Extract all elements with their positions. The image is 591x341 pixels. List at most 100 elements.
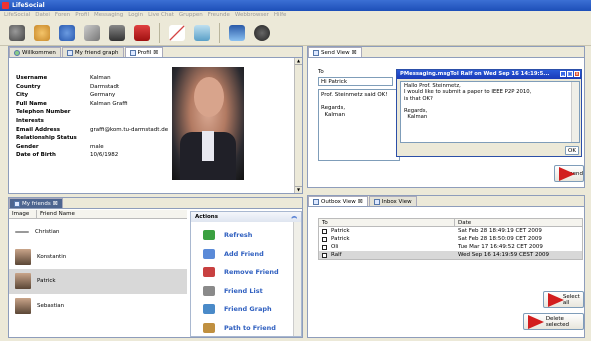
action-label: Friend Graph (224, 305, 272, 314)
menu-item[interactable]: Datei (35, 11, 50, 20)
recipient-name: Patrick (331, 236, 350, 242)
table-row[interactable]: Ralf Wed Sep 16 14:19:59 CEST 2009 (319, 251, 582, 259)
pen-icon[interactable] (166, 22, 188, 44)
to-cell: Patrick (319, 235, 455, 243)
recipient-name: Ralf (331, 252, 342, 258)
add-friend-icon (203, 248, 215, 259)
menu-item[interactable]: Freunde (208, 11, 230, 20)
col-image-header[interactable]: Image (9, 210, 37, 218)
chart-icon[interactable] (81, 22, 103, 44)
tab-my-friends[interactable]: My friends ⊠ (9, 198, 63, 208)
col-to-header[interactable]: To (319, 219, 455, 226)
handshake-icon[interactable] (251, 22, 273, 44)
friend-row[interactable]: Sebastian (9, 294, 187, 319)
friend-name: Sebastian (37, 302, 65, 309)
col-date-header[interactable]: Date (455, 219, 471, 226)
tab-inbox-view[interactable]: Inbox View (368, 196, 417, 206)
tab-send-view[interactable]: Send View ⊠ (308, 47, 362, 57)
tab-label: Outbox View (321, 198, 356, 205)
menu-item[interactable]: Profil (75, 11, 89, 20)
close-icon[interactable]: ⊠ (358, 197, 363, 207)
avatar (15, 297, 31, 314)
calendar-icon[interactable] (131, 22, 153, 44)
message-body-field[interactable]: Prof. Steinmetz said OK! Regards, Kalman (318, 89, 400, 161)
to-field[interactable]: Hi Patrick (318, 77, 393, 86)
friend-name: Christian (35, 229, 60, 236)
minimize-icon[interactable]: _ (560, 71, 566, 77)
row-checkbox[interactable] (322, 237, 327, 242)
people-icon[interactable] (6, 22, 28, 44)
shirt-shape (202, 131, 214, 161)
delete-selected-button[interactable]: Delete selected (523, 313, 584, 330)
menu-item[interactable]: Live Chat (148, 11, 174, 20)
picture-icon[interactable] (226, 22, 248, 44)
action-add-friend[interactable]: Add Friend (191, 245, 301, 264)
close-icon[interactable]: ⊠ (352, 48, 357, 58)
action-friend-graph[interactable]: Friend Graph (191, 300, 301, 319)
toolbar (0, 20, 591, 46)
document-icon[interactable] (191, 22, 213, 44)
close-icon[interactable]: ⊠ (153, 48, 158, 58)
network-icon[interactable] (31, 22, 53, 44)
maximize-icon[interactable]: □ (567, 71, 573, 77)
path-to-friend-icon (203, 322, 215, 333)
friend-row[interactable]: Patrick (9, 269, 187, 294)
col-friend-name-header[interactable]: Friend Name (37, 210, 75, 218)
send-button[interactable]: send (554, 165, 584, 182)
actions-scrollbar[interactable] (293, 222, 301, 336)
popup-scrollbar[interactable] (571, 82, 579, 142)
action-path-to-friend[interactable]: Path to Friend (191, 319, 301, 338)
tab-profile[interactable]: Profil ⊠ (124, 47, 164, 58)
table-row[interactable]: Patrick Sat Feb 28 18:50:09 CET 2009 (319, 235, 582, 243)
profile-tabstrip: Willkommen My friend graph Profil ⊠ (9, 47, 302, 58)
profile-row: Telephon Number (16, 108, 168, 117)
scroll-up-arrow[interactable]: ▲ (295, 58, 302, 65)
close-icon[interactable]: × (574, 71, 580, 77)
menu-item[interactable]: Gruppen (179, 11, 203, 20)
message-popup: PMessaging.msgToI Ralf on Wed Sep 16 14:… (396, 69, 582, 157)
tab-outbox-view[interactable]: Outbox View ⊠ (308, 196, 368, 206)
menu-item[interactable]: Messaging (94, 11, 123, 20)
actions-list: Refresh Add Friend Remove Friend Friend Lis… (191, 222, 301, 337)
actions-title: Actions (195, 214, 218, 220)
send-tabstrip: Send View ⊠ (308, 47, 584, 58)
outbox-table: To Date Patrick Sat Feb 28 18:49:19 CET 2… (318, 218, 583, 260)
select-all-button[interactable]: Select all (543, 291, 584, 308)
friend-row[interactable]: Konstantin (9, 245, 187, 270)
table-row[interactable]: Oli Tue Mar 17 16:49:52 CET 2009 (319, 243, 582, 251)
menu-item[interactable]: Webbrowser (235, 11, 269, 20)
row-checkbox[interactable] (322, 245, 327, 250)
close-icon[interactable]: ⊠ (53, 199, 58, 209)
action-refresh[interactable]: Refresh (191, 226, 301, 245)
row-checkbox[interactable] (322, 229, 327, 234)
avatar (15, 273, 31, 290)
profile-scrollbar[interactable]: ▲ ▼ (294, 58, 302, 193)
profile-row: Country Darmstadt (16, 83, 168, 92)
action-label: Friend List (224, 286, 263, 295)
menu-item[interactable]: Foren (55, 11, 70, 20)
table-row[interactable]: Patrick Sat Feb 28 18:49:19 CET 2009 (319, 227, 582, 235)
popup-window-controls: _ □ × (560, 71, 580, 77)
to-cell: Patrick (319, 227, 455, 235)
to-cell: Oli (319, 243, 455, 251)
action-label: Add Friend (224, 249, 264, 258)
profile-field-label: Interests (16, 117, 44, 124)
profile-field-value: Kalman (90, 75, 111, 81)
tab-friend-graph[interactable]: My friend graph (61, 47, 124, 57)
tab-welcome[interactable]: Willkommen (9, 47, 61, 57)
actions-panel: Actions ︽ Refresh Add Friend Remove Friend… (190, 211, 302, 337)
ok-button[interactable]: OK (565, 146, 579, 155)
group-icon[interactable] (56, 22, 78, 44)
menu-item[interactable]: Hilfe (274, 11, 287, 20)
profile-row: Email Address graffi@kom.tu-darmstadt.de (16, 126, 168, 135)
menu-item[interactable]: Login (128, 11, 143, 20)
action-remove-friend[interactable]: Remove Friend (191, 263, 301, 282)
tab-label: My friend graph (74, 49, 119, 56)
action-friend-list[interactable]: Friend List (191, 282, 301, 301)
collapse-chevron-icon[interactable]: ︽ (291, 212, 297, 222)
friend-row[interactable]: Christian (9, 220, 187, 245)
scroll-down-arrow[interactable]: ▼ (295, 186, 302, 193)
row-checkbox[interactable] (322, 253, 327, 258)
photo-icon[interactable] (106, 22, 128, 44)
menu-item[interactable]: LifeSocial (4, 11, 30, 20)
